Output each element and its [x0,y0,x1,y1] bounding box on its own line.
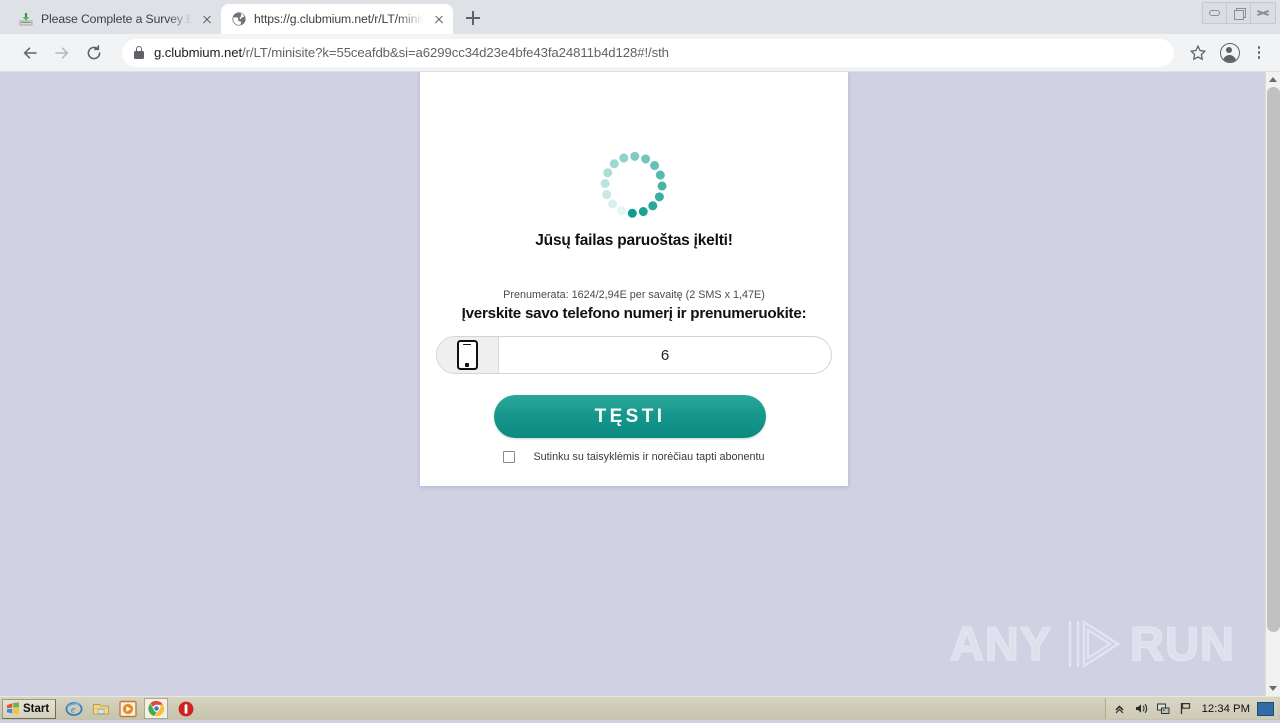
volume-icon[interactable] [1134,701,1149,716]
watermark-text-any: ANY [950,616,1052,671]
spinner-dot [602,167,614,179]
spinner-dot [618,152,630,164]
url-text: g.clubmium.net/r/LT/minisite?k=55ceafdb&… [154,45,1164,60]
taskbar: Start e [0,696,1280,720]
bookmark-star-icon[interactable] [1182,37,1214,69]
tab-survey[interactable]: Please Complete a Survey Below to c [8,4,221,34]
show-hidden-icons-icon[interactable] [1112,701,1127,716]
close-window-button[interactable] [1251,3,1275,23]
spinner-dot [631,152,640,161]
chrome-icon[interactable] [144,698,168,719]
subscription-note: Prenumerata: 1624/2,94E per savaitę (2 S… [420,289,848,301]
phone-icon-box [437,337,499,373]
spinner-dot [616,205,628,217]
lock-icon [134,46,144,59]
profile-avatar-icon[interactable] [1220,43,1240,63]
kebab-menu-icon[interactable] [1246,40,1272,66]
svg-text:e: e [71,704,75,714]
network-icon[interactable] [1156,701,1171,716]
restore-icon [1234,8,1244,18]
url-path: /r/LT/minisite?k=55ceafdb&si=a6299cc34d2… [242,45,669,60]
clock[interactable]: 12:34 PM [1202,703,1250,715]
close-icon [1257,7,1269,19]
spinner-dot [601,179,610,188]
tab-clubmium[interactable]: https://g.clubmium.net/r/LT/minisite [221,4,453,34]
spinner-dot [654,191,666,203]
vertical-scrollbar[interactable] [1265,72,1280,696]
system-tray: 12:34 PM [1105,698,1278,719]
close-icon[interactable] [199,11,215,27]
globe-icon [231,11,247,27]
desktop-preview-icon[interactable] [1257,702,1274,716]
tab-title: Please Complete a Survey Below to c [41,12,192,26]
spinner-dot [658,182,667,191]
folder-icon[interactable] [92,700,110,718]
page-headline: Jūsų failas paruoštas įkelti! [420,232,848,250]
tab-strip: Please Complete a Survey Below to c http… [0,0,1280,34]
loading-spinner [590,141,678,229]
reload-button[interactable] [78,37,110,69]
chevron-down-icon[interactable] [1266,681,1280,696]
download-icon [18,11,34,27]
play-triangle-logo [1058,617,1124,671]
start-button[interactable]: Start [2,699,56,719]
spinner-dot [647,200,660,213]
maximize-button[interactable] [1227,3,1251,23]
start-label: Start [23,703,49,715]
tab-title: https://g.clubmium.net/r/LT/minisite [254,12,424,26]
spinner-dot [655,169,667,181]
terms-row: Sutinku su taisyklėmis ir norėčiau tapti… [420,451,848,463]
flag-icon[interactable] [1178,701,1193,716]
phone-input-group[interactable] [436,336,832,374]
scroll-track[interactable] [1266,87,1280,681]
continue-button[interactable]: TĘSTI [494,395,766,438]
new-tab-button[interactable] [459,4,487,32]
browser-window: Please Complete a Survey Below to c http… [0,0,1280,696]
minisite-card: Jūsų failas paruoštas įkelti! Prenumerat… [420,72,848,486]
terms-label: Sutinku su taisyklėmis ir norėčiau tapti… [533,451,764,463]
close-icon[interactable] [431,11,447,27]
watermark-text-run: RUN [1130,616,1235,671]
page-viewport: Jūsų failas paruoštas įkelti! Prenumerat… [0,72,1280,696]
forward-button[interactable] [46,37,78,69]
media-player-icon[interactable] [119,700,137,718]
minimize-icon [1209,10,1220,16]
window-controls [1202,2,1276,24]
phone-prompt-label: Įverskite savo telefono numerį ir prenum… [418,305,850,322]
back-button[interactable] [14,37,46,69]
spinner-dot [628,209,637,218]
anyrun-watermark: ANY RUN [950,616,1235,671]
browser-toolbar: g.clubmium.net/r/LT/minisite?k=55ceafdb&… [0,34,1280,72]
phone-number-input[interactable] [499,337,831,373]
windows-flag-icon [6,702,20,715]
smartphone-icon [457,340,478,370]
internet-explorer-icon[interactable]: e [65,700,83,718]
address-bar[interactable]: g.clubmium.net/r/LT/minisite?k=55ceafdb&… [122,39,1174,67]
url-host: g.clubmium.net [154,45,242,60]
terms-checkbox[interactable] [503,451,515,463]
chevron-up-icon[interactable] [1266,72,1280,87]
minimize-button[interactable] [1203,3,1227,23]
stop-record-icon[interactable] [177,700,195,718]
scroll-thumb[interactable] [1267,87,1280,632]
